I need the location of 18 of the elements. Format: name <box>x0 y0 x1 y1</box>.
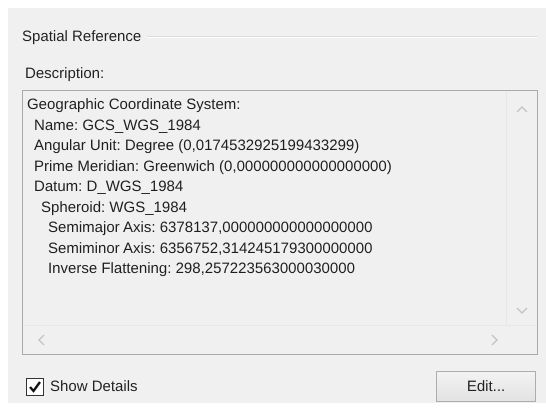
scroll-up-icon[interactable] <box>516 105 528 113</box>
show-details-label[interactable]: Show Details <box>50 378 138 395</box>
show-details-checkbox[interactable] <box>26 378 44 396</box>
group-title: Spatial Reference <box>22 28 142 45</box>
description-line: Semiminor Axis: 6356752,314245179300000000 <box>47 238 374 258</box>
description-line: Name: GCS_WGS_1984 <box>33 116 202 136</box>
scroll-left-icon[interactable] <box>37 334 45 346</box>
description-line: Semimajor Axis: 6378137,000000000000000000 <box>47 218 374 238</box>
scroll-right-icon[interactable] <box>491 334 499 346</box>
description-line: Angular Unit: Degree (0,0174532925199433299) <box>33 136 360 156</box>
description-label: Description: <box>25 65 106 82</box>
description-line: Spheroid: WGS_1984 <box>40 198 188 218</box>
description-line: Datum: D_WGS_1984 <box>33 177 184 197</box>
description-line: Inverse Flattening: 298,257223563000030000 <box>47 259 356 279</box>
edit-button[interactable]: Edit... <box>436 371 536 402</box>
scroll-down-icon[interactable] <box>516 307 528 315</box>
description-line: Geographic Coordinate System: <box>27 95 242 115</box>
description-line: Prime Meridian: Greenwich (0,000000000000000000) <box>33 156 393 176</box>
